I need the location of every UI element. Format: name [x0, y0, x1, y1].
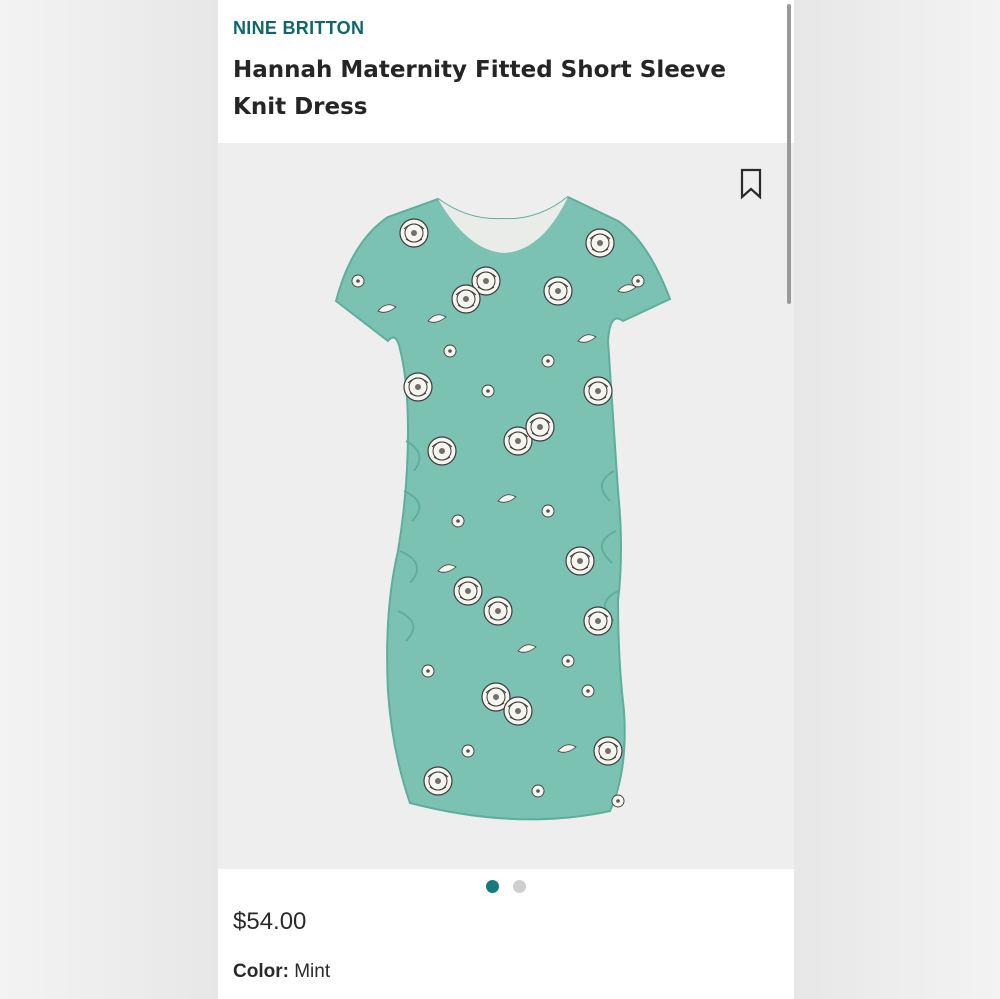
color-label: Color:: [233, 961, 289, 982]
gallery-pagination: [218, 880, 794, 894]
bookmark-icon[interactable]: [739, 168, 763, 200]
color-value: Mint: [294, 961, 331, 982]
product-price: $54.00: [233, 908, 307, 935]
brand-name[interactable]: NINE BRITTON: [233, 18, 364, 39]
background-left: [0, 0, 218, 999]
image-gallery[interactable]: [218, 143, 794, 869]
gallery-dot-1[interactable]: [486, 880, 499, 893]
color-info: Color: Mint: [233, 961, 330, 983]
scrollbar[interactable]: [787, 4, 791, 304]
gallery-dot-2[interactable]: [513, 880, 526, 893]
product-page: NINE BRITTON Hannah Maternity Fitted Sho…: [218, 0, 794, 999]
dress-image[interactable]: [318, 191, 688, 831]
background-right: [794, 0, 1000, 999]
product-title: Hannah Maternity Fitted Short Sleeve Kni…: [233, 57, 726, 120]
